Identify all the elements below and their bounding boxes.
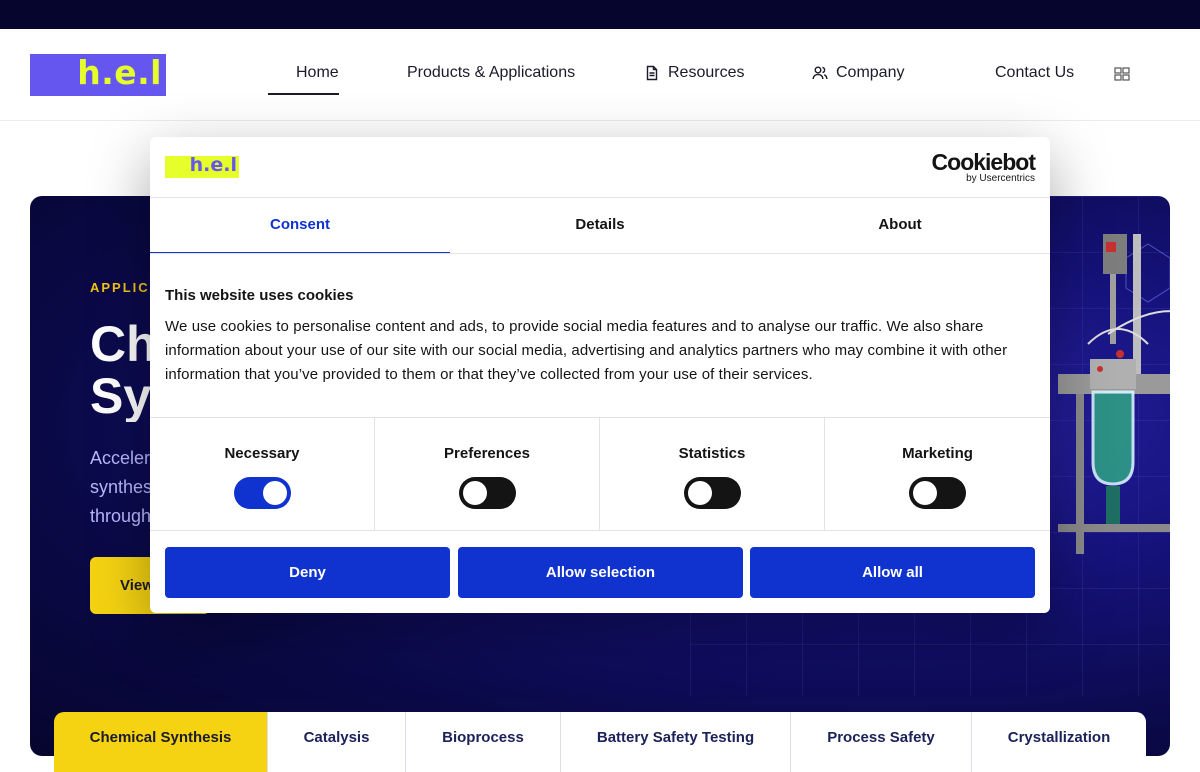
- divider: [150, 530, 1050, 531]
- tab-bioprocess[interactable]: Bioprocess: [406, 712, 561, 772]
- dialog-logo-text: h.e.l: [189, 154, 237, 176]
- statistics-label: Statistics: [678, 445, 746, 462]
- users-icon: [812, 66, 828, 80]
- allow-all-button[interactable]: Allow all: [750, 547, 1035, 598]
- tab-details[interactable]: Details: [450, 198, 750, 254]
- category-statistics: Statistics: [600, 418, 825, 530]
- preferences-toggle[interactable]: [458, 477, 516, 509]
- divider: [150, 253, 1050, 254]
- category-necessary: Necessary: [150, 418, 375, 530]
- marketing-toggle[interactable]: [909, 477, 966, 509]
- tab-battery-safety-testing[interactable]: Battery Safety Testing: [561, 712, 791, 772]
- necessary-label: Necessary: [224, 445, 300, 462]
- nav-products-label: Products & Applications: [407, 64, 576, 81]
- tab-about[interactable]: About: [750, 198, 1050, 254]
- necessary-toggle[interactable]: [233, 477, 291, 509]
- grid-menu-icon[interactable]: [1114, 67, 1130, 81]
- tab-crystallization[interactable]: Crystallization: [972, 712, 1146, 772]
- logo-text: h.e.l: [77, 53, 162, 92]
- document-icon: [646, 65, 658, 81]
- nav-resources[interactable]: Resources: [644, 64, 744, 82]
- nav-contact-us[interactable]: Contact Us: [995, 64, 1074, 82]
- active-nav-underline: [268, 93, 339, 95]
- toggle-knob: [687, 481, 712, 505]
- nav-products-applications[interactable]: Products & Applications: [407, 64, 575, 82]
- cookie-heading: This website uses cookies: [165, 287, 354, 304]
- nav-contact-label: Contact Us: [995, 64, 1075, 81]
- tab-chemical-synthesis[interactable]: Chemical Synthesis: [54, 712, 268, 772]
- cookiebot-logo[interactable]: Cookiebot by Usercentrics: [931, 149, 1036, 184]
- cookie-body-text: We use cookies to personalise content an…: [165, 318, 1008, 383]
- reactor-image: [1058, 234, 1170, 554]
- application-tabs: Chemical Synthesis Catalysis Bioprocess …: [54, 712, 1146, 772]
- hel-logo[interactable]: h.e.l: [30, 53, 166, 96]
- tab-process-safety[interactable]: Process Safety: [791, 712, 972, 772]
- tab-consent[interactable]: Consent: [150, 198, 450, 254]
- toggle-knob: [462, 481, 487, 505]
- toggle-knob: [262, 481, 287, 505]
- nav-home-label: Home: [296, 64, 339, 81]
- nav-home[interactable]: Home: [296, 64, 339, 82]
- tab-catalysis[interactable]: Catalysis: [268, 712, 406, 772]
- preferences-label: Preferences: [444, 445, 530, 462]
- category-marketing: Marketing: [825, 418, 1050, 530]
- toggle-knob: [913, 481, 937, 505]
- cookie-consent-dialog: h.e.l Cookiebot by Usercentrics Consent …: [150, 137, 1050, 613]
- cookiebot-sub: by Usercentrics: [966, 173, 1035, 184]
- marketing-label: Marketing: [902, 445, 973, 462]
- nav-resources-label: Resources: [668, 64, 745, 81]
- category-preferences: Preferences: [375, 418, 600, 530]
- top-bar: [0, 0, 1200, 29]
- statistics-toggle[interactable]: [683, 477, 741, 509]
- site-header: h.e.l Home Products & Applications Resou…: [0, 29, 1200, 121]
- nav-company-label: Company: [836, 64, 905, 81]
- nav-company[interactable]: Company: [812, 64, 904, 82]
- deny-button[interactable]: Deny: [165, 547, 450, 598]
- dialog-hel-logo: h.e.l: [165, 154, 239, 178]
- allow-selection-button[interactable]: Allow selection: [458, 547, 743, 598]
- cookiebot-name: Cookiebot: [931, 149, 1036, 175]
